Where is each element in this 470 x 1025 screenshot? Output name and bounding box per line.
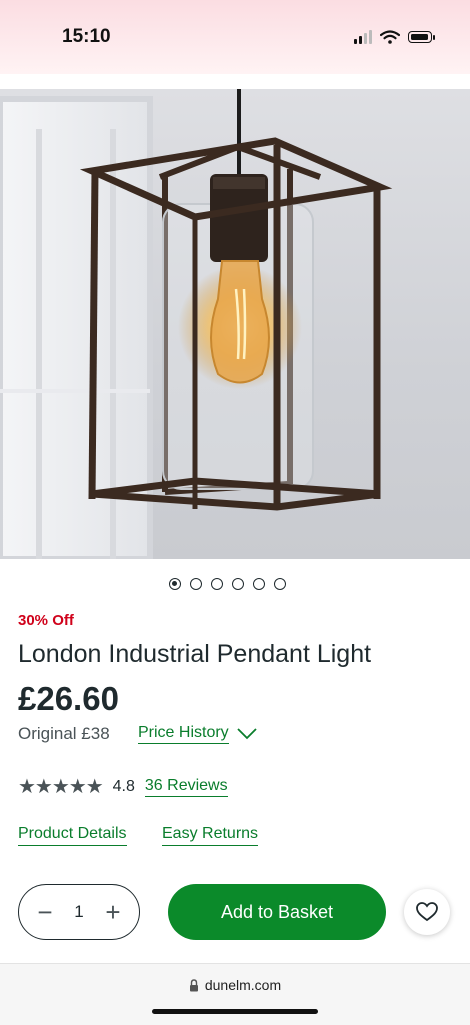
wifi-icon (380, 30, 400, 44)
product-title: London Industrial Pendant Light (18, 640, 372, 668)
decrease-quantity-button[interactable]: − (33, 899, 57, 925)
status-bar: 15:10 (0, 0, 470, 74)
product-details-link[interactable]: Product Details (18, 825, 127, 846)
carousel-dot[interactable] (190, 578, 202, 590)
status-time: 15:10 (62, 26, 111, 47)
rating-row: ★★★★★ 4.8 36 Reviews (18, 774, 228, 799)
pendant-light-image (0, 89, 393, 559)
increase-quantity-button[interactable]: + (101, 899, 125, 925)
heart-icon (416, 902, 438, 922)
browser-url-bar: dunelm.com (0, 963, 470, 1025)
original-price: Original £38 (18, 724, 110, 743)
status-icons (354, 30, 435, 44)
price-history-toggle[interactable]: Price History (138, 724, 257, 744)
chevron-down-icon (237, 728, 257, 740)
lock-icon (189, 978, 198, 991)
url-field[interactable]: dunelm.com (0, 977, 470, 993)
battery-icon (408, 31, 435, 43)
carousel-dot[interactable] (211, 578, 223, 590)
carousel-dot[interactable] (232, 578, 244, 590)
quantity-value[interactable]: 1 (74, 902, 83, 922)
quantity-stepper: − 1 + (18, 884, 140, 940)
rating-value: 4.8 (112, 777, 135, 795)
star-rating-icon: ★★★★★ (18, 776, 104, 798)
discount-badge: 30% Off (18, 612, 74, 629)
reviews-link[interactable]: 36 Reviews (144, 777, 228, 797)
url-text: dunelm.com (204, 977, 282, 993)
product-price: £26.60 (18, 680, 119, 717)
home-indicator[interactable] (152, 1009, 318, 1014)
product-image[interactable] (0, 89, 470, 559)
add-to-basket-button[interactable]: Add to Basket (168, 884, 386, 940)
carousel-dots (169, 578, 286, 590)
carousel-dot[interactable] (274, 578, 286, 590)
carousel-dot[interactable] (169, 578, 181, 590)
wishlist-button[interactable] (404, 889, 450, 935)
price-history-label: Price History (138, 724, 229, 744)
carousel-dot[interactable] (253, 578, 265, 590)
signal-icon (354, 30, 372, 44)
easy-returns-link[interactable]: Easy Returns (162, 825, 259, 846)
